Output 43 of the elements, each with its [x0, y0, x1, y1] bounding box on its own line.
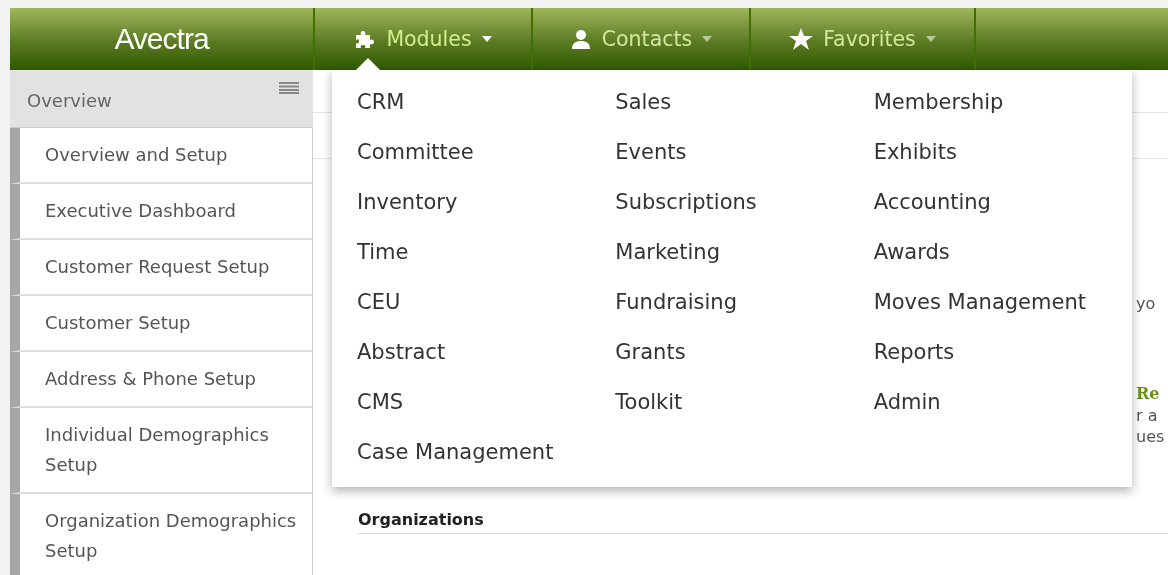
menu-item[interactable]: Toolkit	[615, 390, 874, 440]
menu-item[interactable]: Exhibits	[873, 140, 1132, 190]
sidebar-item[interactable]: Organization Demographics Setup	[10, 494, 313, 575]
menu-item[interactable]: Membership	[873, 90, 1132, 140]
sidebar-item[interactable]: Individual Demographics Setup	[10, 408, 313, 494]
star-icon	[789, 28, 814, 50]
menu-item[interactable]: CEU	[357, 290, 616, 340]
sidebar-item[interactable]: Customer Setup	[10, 296, 313, 352]
menu-item[interactable]: Case Management	[357, 440, 616, 490]
caret-icon	[925, 36, 936, 42]
menu-item[interactable]: Events	[615, 140, 874, 190]
menu-item[interactable]: Grants	[615, 340, 874, 390]
person-icon	[569, 29, 592, 49]
text-fragment: r a	[1136, 406, 1158, 425]
caret-icon	[702, 36, 713, 42]
menu-item[interactable]: Inventory	[357, 190, 616, 240]
menu-item[interactable]: CMS	[357, 390, 616, 440]
menu-item[interactable]: Fundraising	[615, 290, 874, 340]
menu-item[interactable]: Marketing	[615, 240, 874, 290]
text-fragment: Re	[1136, 384, 1160, 403]
menu-icon[interactable]	[279, 82, 299, 94]
text-fragment: ues	[1136, 427, 1165, 446]
menu-item[interactable]: Reports	[873, 340, 1132, 390]
sidebar-item[interactable]: Overview and Setup	[10, 128, 313, 184]
sidebar-title: Overview	[27, 90, 112, 111]
menu-item[interactable]: CRM	[357, 90, 616, 140]
caret-icon	[481, 36, 492, 42]
text-fragment: yo	[1136, 294, 1156, 313]
menu-item[interactable]: Abstract	[357, 340, 616, 390]
logo[interactable]: Avectra	[10, 8, 313, 70]
sidebar-item[interactable]: Executive Dashboard	[10, 184, 313, 240]
menu-item[interactable]: Committee	[357, 140, 616, 190]
menu-item[interactable]: Accounting	[873, 190, 1132, 240]
puzzle-icon	[354, 29, 377, 49]
menu-item[interactable]: Sales	[615, 90, 874, 140]
sidebar-item[interactable]: Customer Request Setup	[10, 240, 313, 296]
menu-item[interactable]: Moves Management	[873, 290, 1132, 340]
menu-item[interactable]: Time	[357, 240, 616, 290]
menu-item[interactable]: Subscriptions	[615, 190, 874, 240]
sidebar-item[interactable]: Address & Phone Setup	[10, 352, 313, 408]
menu-item[interactable]: Admin	[873, 390, 1132, 440]
section-heading: Organizations	[358, 510, 1168, 534]
menu-item[interactable]: Awards	[873, 240, 1132, 290]
